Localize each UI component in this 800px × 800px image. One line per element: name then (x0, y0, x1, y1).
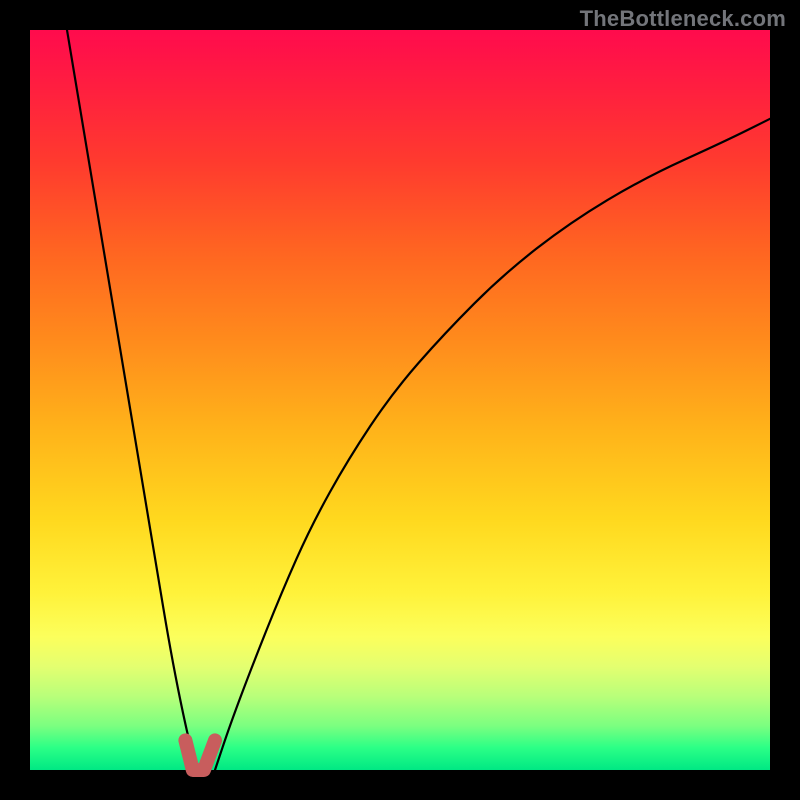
chart-stage: TheBottleneck.com (0, 0, 800, 800)
curve-left-branch (67, 30, 197, 770)
watermark-text: TheBottleneck.com (580, 6, 786, 32)
plot-area (30, 30, 770, 770)
optimal-marker (185, 740, 215, 770)
curve-right-branch (215, 119, 770, 770)
chart-svg (30, 30, 770, 770)
